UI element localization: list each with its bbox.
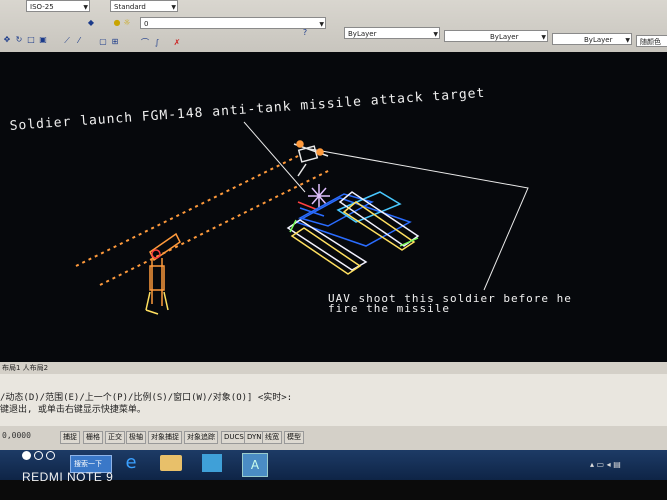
status-ortho-button[interactable]: 正交 <box>105 431 125 444</box>
spline-icon[interactable]: ∫ <box>152 38 162 48</box>
tank-drawing <box>286 191 420 275</box>
status-bar: 0,0000 捕捉 栅格 正交 极轴 对象捕捉 对象追踪 DUCS DYN 线宽… <box>0 426 667 450</box>
status-grid-button[interactable]: 栅格 <box>83 431 103 444</box>
ie-browser-icon[interactable]: e <box>120 453 142 473</box>
status-lineweight-button[interactable]: 线宽 <box>262 431 282 444</box>
lineweight-combo[interactable]: ByLayer ▼ <box>552 33 632 45</box>
toolbar-area: ISO-25 ▼ Standard ▼ ◆ ● ☼ 0 ▼ ByLayer ▼ … <box>0 0 667 52</box>
dot-icon <box>22 451 31 460</box>
layout-tabs: 布局1 人布局2 <box>0 362 667 374</box>
soldier-drawing <box>145 232 181 315</box>
layer-bulb-icon[interactable]: ● <box>112 18 122 28</box>
rotate-icon[interactable]: ↻ <box>14 35 24 45</box>
dimstyle-combo[interactable]: ISO-25 ▼ <box>26 0 90 12</box>
store-icon[interactable] <box>202 454 222 472</box>
textstyle-combo[interactable]: Standard ▼ <box>110 0 178 12</box>
coordinate-readout: 0,0000 <box>2 431 31 440</box>
chevron-down-icon: ▼ <box>171 4 176 11</box>
plotstyle-combo[interactable]: 随颜色 <box>636 35 667 47</box>
command-line-2: 键退出, 或单击右键显示快捷菜单。 <box>0 405 146 415</box>
layer-manager-icon[interactable]: ◆ <box>86 18 96 28</box>
pan-icon[interactable]: ✥ <box>2 35 12 45</box>
tray-icons: ▴ ▭ ◂ ▤ <box>590 460 621 469</box>
chevron-down-icon: ▼ <box>319 21 324 28</box>
missile-trajectory <box>75 155 331 286</box>
drawing-svg: Soldier launch FGM-148 anti-tank missile… <box>9 86 571 315</box>
status-otrack-button[interactable]: 对象追踪 <box>184 431 218 444</box>
chevron-down-icon: ▼ <box>541 34 546 41</box>
command-line[interactable]: /动态(D)/范围(E)/上一个(P)/比例(S)/窗口(W)/对象(O)] <… <box>0 374 667 426</box>
rectangle-icon[interactable]: □ <box>26 35 36 45</box>
camera-watermark: REDMI NOTE 9 <box>22 470 114 484</box>
leader-lines <box>243 121 529 291</box>
arc-icon[interactable]: ⌒ <box>140 38 150 48</box>
dot-icon <box>34 451 43 460</box>
camera-dots <box>22 451 55 460</box>
autocad-icon[interactable]: A <box>242 453 268 477</box>
file-explorer-icon[interactable] <box>160 455 182 471</box>
layer-sun-icon[interactable]: ☼ <box>122 18 132 28</box>
linetype-combo[interactable]: ByLayer ▼ <box>444 30 548 42</box>
erase-icon[interactable]: ✗ <box>172 38 182 48</box>
chevron-down-icon: ▼ <box>625 37 630 44</box>
uav-leader <box>304 147 529 291</box>
table-icon[interactable]: ⊞ <box>110 37 120 47</box>
uav-annotation-line2: fire the missile <box>328 302 450 315</box>
status-osnap-button[interactable]: 对象捕捉 <box>148 431 182 444</box>
dot-icon <box>46 451 55 460</box>
layer-combo[interactable]: 0 ▼ <box>140 17 326 29</box>
help-icon[interactable]: ? <box>300 28 310 38</box>
uav-drawing <box>293 140 329 177</box>
status-polar-button[interactable]: 极轴 <box>126 431 146 444</box>
status-model-button[interactable]: 模型 <box>284 431 304 444</box>
status-snap-button[interactable]: 捕捉 <box>60 431 80 444</box>
status-ducs-button[interactable]: DUCS <box>221 431 247 444</box>
chevron-down-icon: ▼ <box>83 4 88 11</box>
chevron-down-icon: ▼ <box>433 31 438 38</box>
layout-tab-label[interactable]: 布局1 人布局2 <box>2 363 48 373</box>
square-icon[interactable]: ▢ <box>98 37 108 47</box>
line-icon[interactable]: ⟋ <box>62 36 72 46</box>
color-combo[interactable]: ByLayer ▼ <box>344 27 440 39</box>
drawing-canvas[interactable]: Soldier launch FGM-148 anti-tank missile… <box>0 52 667 370</box>
polyline-icon[interactable]: ⁄ <box>74 36 84 46</box>
block-icon[interactable]: ▣ <box>38 35 48 45</box>
